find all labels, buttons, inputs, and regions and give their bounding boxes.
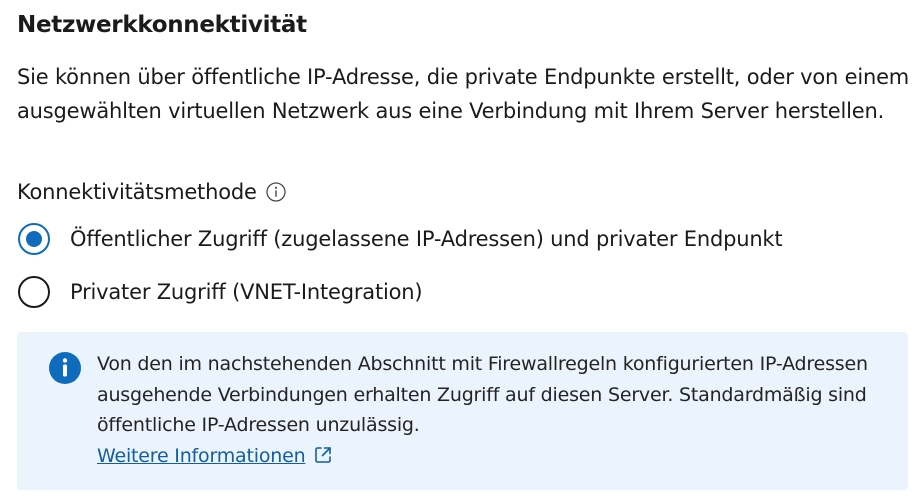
connectivity-method-radio-group: Öffentlicher Zugriff (zugelassene IP-Adr… <box>18 219 783 325</box>
radio-option-public-access[interactable]: Öffentlicher Zugriff (zugelassene IP-Adr… <box>18 219 783 259</box>
radio-button-unchecked[interactable] <box>18 276 50 308</box>
external-link-icon[interactable] <box>313 444 333 464</box>
info-circle-icon[interactable] <box>266 182 286 202</box>
info-banner: Von den im nachstehenden Abschnitt mit F… <box>17 332 908 490</box>
learn-more-link[interactable]: Weitere Informationen <box>97 445 306 467</box>
section-title: Netzwerkkonnektivität <box>17 12 307 38</box>
connectivity-method-label-row: Konnektivitätsmethode <box>17 180 286 204</box>
info-banner-text-block: Von den im nachstehenden Abschnitt mit F… <box>97 349 887 471</box>
radio-option-private-access[interactable]: Privater Zugriff (VNET-Integration) <box>18 272 782 312</box>
radio-dot <box>26 231 42 247</box>
connectivity-method-label: Konnektivitätsmethode <box>17 180 257 204</box>
radio-label-public-access[interactable]: Öffentlicher Zugriff (zugelassene IP-Adr… <box>70 227 783 251</box>
info-banner-message: Von den im nachstehenden Abschnitt mit F… <box>97 353 868 436</box>
info-filled-icon <box>48 351 82 385</box>
section-description: Sie können über öffentliche IP-Adresse, … <box>17 65 910 123</box>
radio-label-private-access[interactable]: Privater Zugriff (VNET-Integration) <box>70 280 423 304</box>
radio-button-checked[interactable] <box>18 223 50 255</box>
